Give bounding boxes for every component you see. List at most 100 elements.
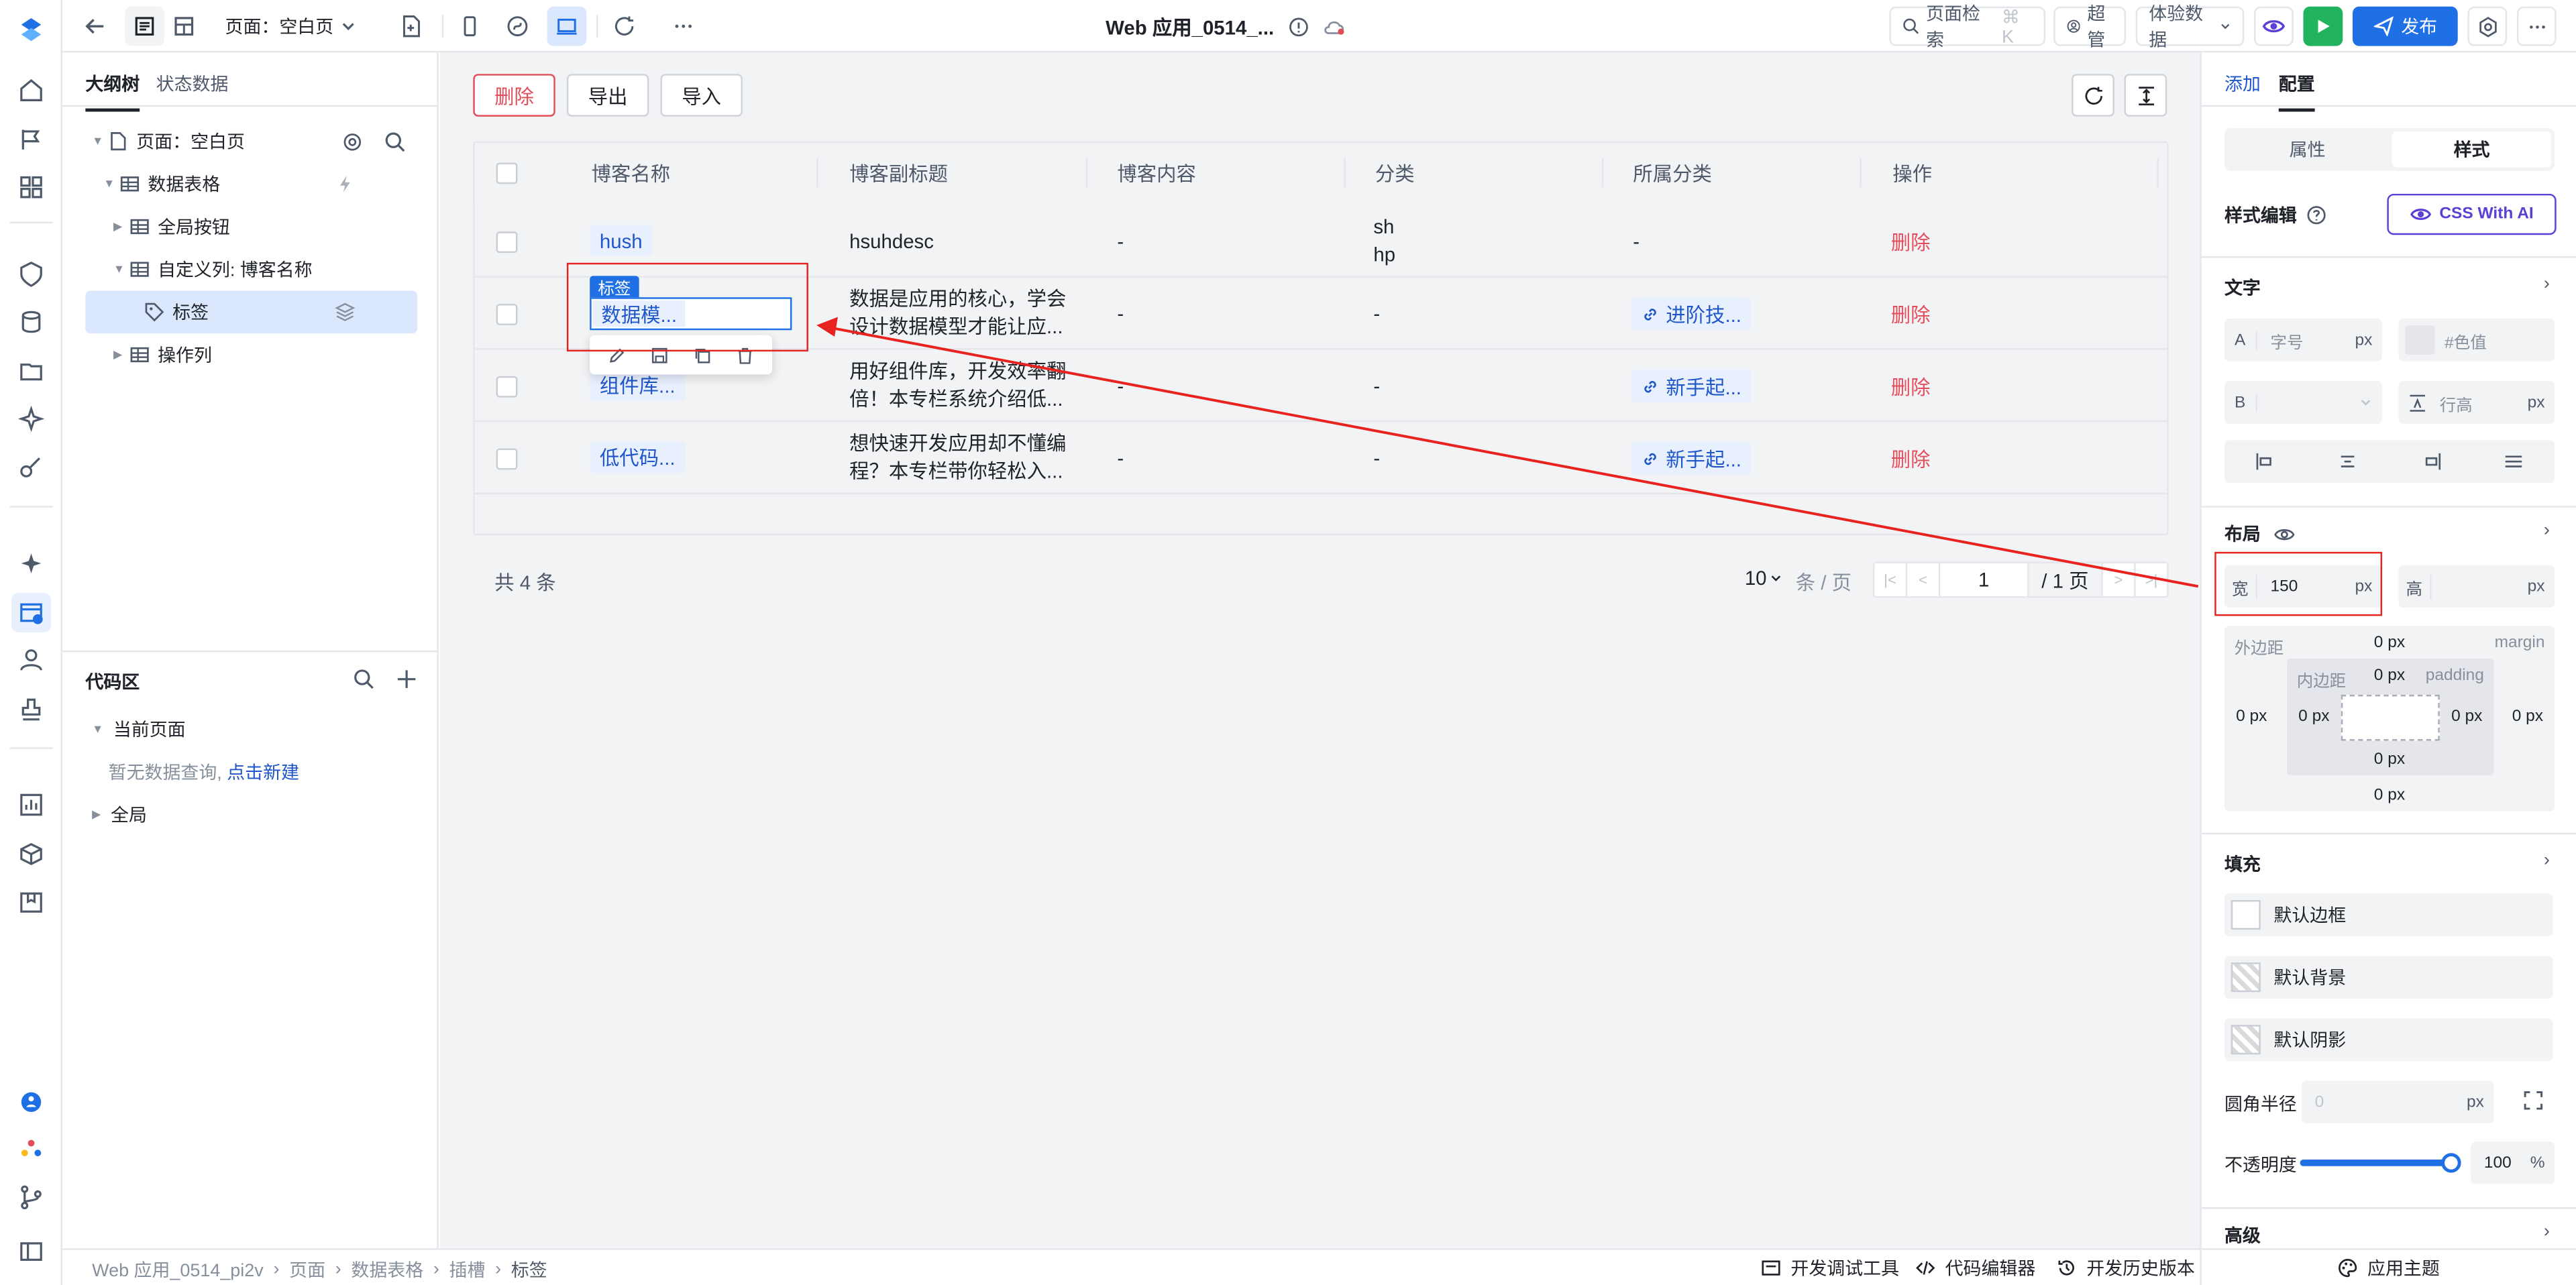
help-circle-icon[interactable] bbox=[2306, 205, 2326, 225]
settings-button[interactable] bbox=[2467, 6, 2508, 46]
breadcrumb-item[interactable]: 数据表格 bbox=[351, 1256, 423, 1282]
page-search-button[interactable]: 页面检索 ⌘ K bbox=[1889, 5, 2046, 51]
page-selector[interactable]: 页面：空白页 bbox=[225, 7, 357, 46]
column-header-blog-subtitle[interactable]: 博客副标题 bbox=[849, 142, 948, 204]
segment-properties[interactable]: 属性 bbox=[2228, 131, 2387, 168]
column-header-belong-category[interactable]: 所属分类 bbox=[1633, 142, 1712, 204]
import-button[interactable]: 导入 bbox=[660, 74, 743, 117]
code-editor-button[interactable]: 代码编辑器 bbox=[1916, 1255, 2035, 1281]
lightning-icon[interactable] bbox=[335, 174, 355, 194]
dev-tools-button[interactable]: 开发调试工具 bbox=[1761, 1255, 1899, 1281]
user-role-button[interactable]: 超管 bbox=[2053, 5, 2127, 51]
sparkle-icon[interactable] bbox=[11, 399, 51, 439]
chevron-right-icon[interactable]: › bbox=[2544, 274, 2550, 294]
row-delete-link[interactable]: 删除 bbox=[1891, 445, 1931, 473]
search-icon[interactable] bbox=[354, 669, 375, 690]
help-icon[interactable] bbox=[11, 1082, 51, 1122]
padding-right-value[interactable]: 0 px bbox=[2451, 708, 2482, 726]
last-page-button[interactable]: >| bbox=[2134, 563, 2167, 596]
tree-node-global-buttons[interactable]: ▶ 全局按钮 bbox=[85, 205, 417, 248]
blog-name-tag[interactable]: hush bbox=[590, 225, 653, 257]
font-weight-select[interactable]: B bbox=[2224, 381, 2383, 424]
padding-left-value[interactable]: 0 px bbox=[2298, 708, 2329, 726]
radius-input[interactable]: 0 px bbox=[2302, 1080, 2494, 1124]
collapse-sidebar-icon[interactable] bbox=[11, 1232, 51, 1272]
package-icon[interactable] bbox=[11, 882, 51, 921]
tree-node-page[interactable]: ▼ 页面：空白页 bbox=[85, 120, 417, 163]
next-page-button[interactable]: > bbox=[2101, 563, 2134, 596]
height-input[interactable]: 高 px bbox=[2398, 565, 2555, 608]
column-header-category[interactable]: 分类 bbox=[1375, 142, 1415, 204]
outline-view-icon[interactable] bbox=[125, 6, 164, 46]
tab-outline-tree[interactable]: 大纲树 bbox=[85, 70, 140, 112]
delete-button[interactable]: 删除 bbox=[473, 74, 555, 117]
export-button[interactable]: 导出 bbox=[566, 74, 649, 117]
align-justify-icon[interactable] bbox=[2472, 440, 2555, 483]
text-color-input[interactable]: #色值 bbox=[2398, 319, 2555, 361]
column-header-blog-name[interactable]: 博客名称 bbox=[592, 142, 671, 204]
info-icon[interactable] bbox=[1287, 15, 1309, 37]
row-checkbox[interactable] bbox=[496, 304, 518, 325]
users-icon[interactable] bbox=[11, 640, 51, 680]
breadcrumb-item[interactable]: Web 应用_0514_pi2v bbox=[92, 1256, 264, 1282]
row-checkbox[interactable] bbox=[496, 231, 518, 254]
table-refresh-button[interactable] bbox=[2072, 74, 2114, 117]
tree-node-custom-column[interactable]: ▼ 自定义列: 博客名称 bbox=[85, 248, 417, 291]
add-page-icon[interactable] bbox=[391, 7, 431, 46]
database-icon[interactable] bbox=[11, 302, 51, 342]
row-checkbox[interactable] bbox=[496, 448, 518, 470]
margin-bottom-value[interactable]: 0 px bbox=[2374, 787, 2405, 805]
page-design-icon[interactable] bbox=[11, 593, 51, 632]
page-number-input[interactable]: 1 bbox=[1940, 563, 2027, 596]
margin-right-value[interactable]: 0 px bbox=[2512, 708, 2543, 726]
tree-node-data-table[interactable]: ▼ 数据表格 bbox=[85, 162, 417, 205]
breadcrumb-item[interactable]: 标签 bbox=[511, 1256, 547, 1282]
create-query-link[interactable]: 点击新建 bbox=[227, 764, 299, 783]
background-setting-row[interactable]: 默认背景 bbox=[2224, 956, 2553, 999]
refresh-icon[interactable] bbox=[604, 7, 644, 46]
align-center-icon[interactable] bbox=[2307, 440, 2390, 483]
chevron-right-icon[interactable]: › bbox=[2544, 851, 2550, 871]
tree-node-action-column[interactable]: ▶ 操作列 bbox=[85, 333, 417, 376]
shield-icon[interactable] bbox=[11, 255, 51, 294]
stamp-icon[interactable] bbox=[11, 690, 51, 730]
breadcrumb-item[interactable]: 页面 bbox=[289, 1256, 325, 1282]
breadcrumb-item[interactable]: 插槽 bbox=[449, 1256, 486, 1282]
prev-page-button[interactable]: < bbox=[1907, 563, 1941, 596]
back-icon[interactable] bbox=[76, 7, 115, 46]
tab-add[interactable]: 添加 bbox=[2224, 70, 2261, 97]
column-header-blog-content[interactable]: 博客内容 bbox=[1117, 142, 1196, 204]
select-all-checkbox[interactable] bbox=[496, 162, 518, 184]
border-setting-row[interactable]: 默认边框 bbox=[2224, 893, 2553, 936]
more-icon[interactable] bbox=[663, 7, 703, 46]
plugin-icon[interactable] bbox=[11, 447, 51, 486]
row-checkbox[interactable] bbox=[496, 376, 518, 398]
align-left-icon[interactable] bbox=[2224, 440, 2307, 483]
line-height-input[interactable]: 行高 px bbox=[2398, 381, 2555, 424]
belong-category-link-tag[interactable]: 新手起... bbox=[1631, 370, 1752, 403]
mini-program-icon[interactable] bbox=[498, 7, 537, 46]
css-with-ai-button[interactable]: CSS With AI bbox=[2387, 193, 2557, 235]
chevron-right-icon[interactable]: › bbox=[2544, 1222, 2550, 1241]
preview-eye-button[interactable] bbox=[2254, 6, 2294, 46]
tab-state-data[interactable]: 状态数据 bbox=[156, 70, 229, 97]
add-icon[interactable] bbox=[396, 669, 417, 690]
row-height-button[interactable] bbox=[2124, 74, 2167, 117]
first-page-button[interactable]: |< bbox=[1874, 563, 1908, 596]
chart-icon[interactable] bbox=[11, 785, 51, 825]
desktop-view-icon[interactable] bbox=[547, 6, 587, 46]
align-right-icon[interactable] bbox=[2390, 440, 2472, 483]
row-delete-link[interactable]: 删除 bbox=[1891, 300, 1931, 329]
row-delete-link[interactable]: 删除 bbox=[1891, 228, 1931, 256]
git-branch-icon[interactable] bbox=[11, 1178, 51, 1217]
margin-left-value[interactable]: 0 px bbox=[2236, 708, 2267, 726]
color-swatch[interactable] bbox=[2405, 325, 2435, 355]
search-icon[interactable] bbox=[384, 131, 406, 152]
flow-icon[interactable] bbox=[11, 120, 51, 160]
opacity-slider-thumb[interactable] bbox=[2441, 1153, 2461, 1173]
row-delete-link[interactable]: 删除 bbox=[1891, 373, 1931, 401]
ai-icon[interactable] bbox=[11, 544, 51, 583]
page-size-select[interactable]: 10 bbox=[1745, 567, 1783, 590]
data-env-select[interactable]: 体验数据 bbox=[2135, 5, 2245, 51]
home-icon[interactable] bbox=[11, 70, 51, 110]
